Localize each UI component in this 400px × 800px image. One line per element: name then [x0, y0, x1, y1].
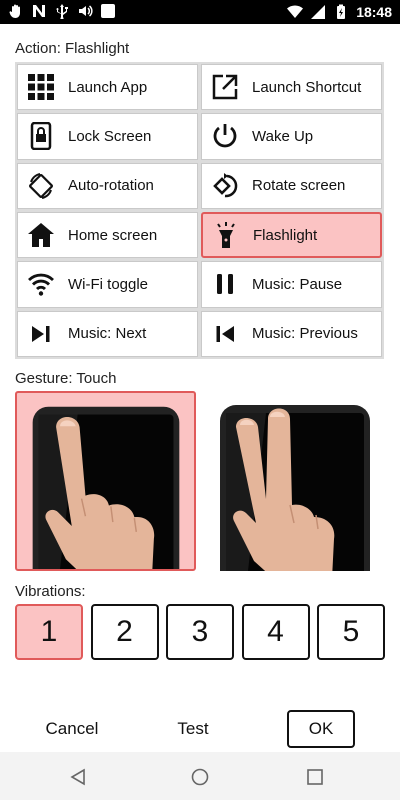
- gesture-one-finger[interactable]: [15, 391, 196, 571]
- power-icon: [210, 121, 240, 151]
- action-label: Action: Flashlight: [15, 40, 130, 57]
- action-auto-rotation-label: Auto-rotation: [68, 177, 154, 195]
- action-grid: Launch App Launch Shortcut Lock Screen W…: [15, 62, 384, 359]
- cancel-button[interactable]: Cancel: [36, 710, 108, 748]
- n-icon: [33, 5, 45, 17]
- test-button[interactable]: Test: [164, 710, 222, 748]
- one-finger-touch-image: [32, 406, 180, 569]
- action-flashlight-label: Flashlight: [253, 226, 318, 244]
- status-time: 18:48: [356, 4, 392, 20]
- action-music-previous-label: Music: Previous: [252, 325, 358, 343]
- skip-next-icon: [26, 319, 56, 349]
- square-icon: [101, 4, 115, 18]
- vibration-options: 1 2 3 4 5: [15, 604, 385, 661]
- action-wifi-toggle[interactable]: Wi-Fi toggle: [17, 261, 198, 308]
- action-home-screen-label: Home screen: [68, 226, 158, 244]
- action-wake-up[interactable]: Wake Up: [201, 113, 382, 160]
- signal-icon: [311, 5, 326, 19]
- action-rotate-screen[interactable]: Rotate screen: [201, 162, 382, 209]
- status-bar: 18:48: [0, 0, 400, 24]
- lock-phone-icon: [26, 121, 56, 151]
- gesture-label: Gesture: Touch: [15, 370, 117, 387]
- action-home-screen[interactable]: Home screen: [17, 211, 198, 259]
- home-nav-icon[interactable]: [191, 768, 209, 786]
- action-launch-app[interactable]: Launch App: [17, 64, 198, 111]
- usb-icon: [56, 4, 68, 19]
- pause-icon: [210, 269, 240, 299]
- grid-icon: [26, 72, 56, 102]
- action-wake-up-label: Wake Up: [252, 127, 314, 145]
- action-launch-app-label: Launch App: [68, 78, 148, 96]
- action-music-pause-label: Music: Pause: [252, 275, 343, 293]
- flashlight-icon: [211, 220, 241, 250]
- action-launch-shortcut-label: Launch Shortcut: [252, 78, 362, 96]
- action-music-previous[interactable]: Music: Previous: [201, 310, 382, 357]
- skip-previous-icon: [210, 319, 240, 349]
- navigation-bar: [0, 752, 400, 800]
- battery-charging-icon: [337, 4, 346, 19]
- action-lock-screen-label: Lock Screen: [68, 127, 152, 145]
- action-rotate-screen-label: Rotate screen: [252, 177, 346, 195]
- vibration-option-1[interactable]: 1: [15, 604, 83, 660]
- ok-button[interactable]: OK: [287, 710, 355, 748]
- action-lock-screen[interactable]: Lock Screen: [17, 113, 198, 160]
- action-launch-shortcut[interactable]: Launch Shortcut: [201, 64, 382, 111]
- vibrations-label: Vibrations:: [15, 583, 86, 600]
- action-auto-rotation[interactable]: Auto-rotation: [17, 162, 198, 209]
- gesture-two-finger[interactable]: [204, 391, 385, 571]
- action-music-next-label: Music: Next: [68, 325, 147, 343]
- hand-icon: [9, 4, 20, 18]
- two-finger-touch-image: [220, 405, 370, 571]
- action-wifi-toggle-label: Wi-Fi toggle: [68, 275, 149, 293]
- recents-icon[interactable]: [306, 768, 324, 786]
- vibration-option-4[interactable]: 4: [241, 604, 310, 660]
- rotate-screen-icon: [210, 171, 240, 201]
- volume-icon: [79, 5, 93, 17]
- home-icon: [26, 220, 56, 250]
- back-icon[interactable]: [69, 768, 87, 786]
- vibration-option-2[interactable]: 2: [90, 604, 159, 660]
- wifi-status-icon: [287, 5, 304, 19]
- action-music-pause[interactable]: Music: Pause: [201, 261, 382, 308]
- action-music-next[interactable]: Music: Next: [17, 310, 198, 357]
- vibration-option-5[interactable]: 5: [317, 604, 385, 660]
- external-link-icon: [210, 72, 240, 102]
- wifi-icon: [26, 269, 56, 299]
- gesture-options: [15, 391, 385, 571]
- vibration-option-3[interactable]: 3: [166, 604, 234, 660]
- action-flashlight[interactable]: Flashlight: [201, 211, 382, 259]
- auto-rotate-icon: [26, 171, 56, 201]
